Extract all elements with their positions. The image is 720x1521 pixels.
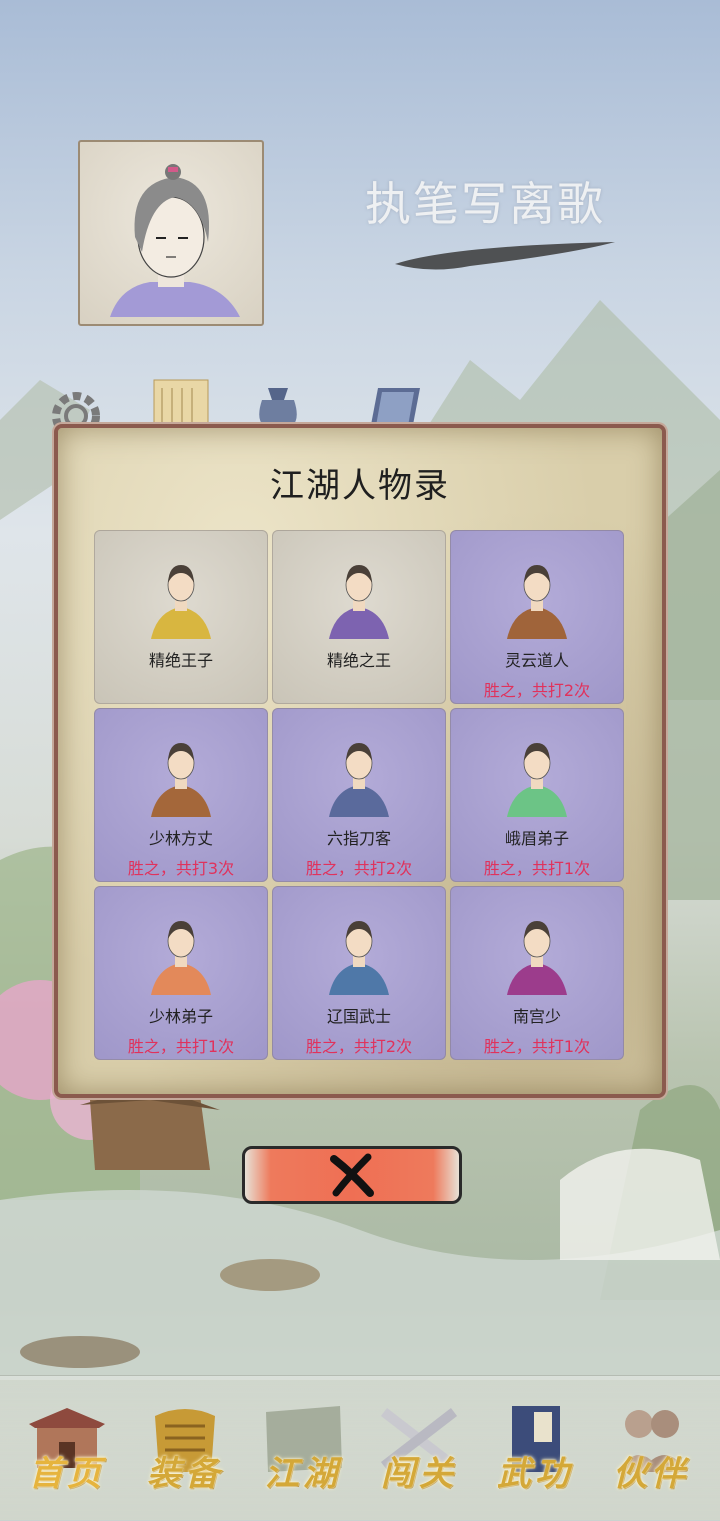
character-name: 少林方丈 [148,829,213,848]
character-name: 精绝之王 [326,651,391,670]
character-battle-status: 胜之，共打1次 [127,1037,235,1056]
close-button[interactable] [242,1146,462,1204]
nav-martial-arts[interactable]: 武功 [480,1396,590,1506]
character-name: 少林弟子 [148,1007,213,1026]
character-portrait [507,743,567,817]
character-card[interactable]: 南宫少胜之，共打1次 [450,886,624,1060]
character-card[interactable]: 六指刀客胜之，共打2次 [272,708,446,882]
character-name: 峨眉弟子 [504,829,569,848]
player-name: 执笔写离歌 [365,177,605,231]
nav-jianghu[interactable]: 江湖 [248,1396,358,1506]
nav-companions[interactable]: 伙伴 [596,1396,706,1506]
character-portrait [507,565,567,639]
character-card[interactable]: 峨眉弟子胜之，共打1次 [450,708,624,882]
nav-label: 闯关 [381,1454,457,1494]
brush-stroke-decoration [395,242,615,270]
nav-label: 伙伴 [613,1454,689,1494]
character-card[interactable]: 少林弟子胜之，共打1次 [94,886,268,1060]
character-name: 灵云道人 [504,651,569,670]
character-name: 南宫少 [512,1007,561,1026]
nav-equipment[interactable]: 装备 [130,1396,240,1506]
character-card[interactable]: 辽国武士胜之，共打2次 [272,886,446,1060]
close-icon [330,1153,374,1197]
character-portrait [151,743,211,817]
modal-title: 江湖人物录 [270,466,450,506]
character-card[interactable]: 精绝王子 [94,530,268,704]
character-portrait [151,921,211,995]
nav-home[interactable]: 首页 [12,1396,122,1506]
character-battle-status: 胜之，共打3次 [127,859,235,878]
hero-portrait [110,164,240,317]
character-battle-status: 胜之，共打1次 [483,859,591,878]
character-battle-status: 胜之，共打2次 [483,681,591,700]
pouch-icon[interactable] [248,380,308,430]
character-battle-status: 胜之，共打2次 [305,859,413,878]
character-card[interactable]: 少林方丈胜之，共打3次 [94,708,268,882]
character-portrait [507,921,567,995]
nav-label: 江湖 [265,1454,341,1494]
nav-challenge[interactable]: 闯关 [364,1396,474,1506]
character-name: 辽国武士 [326,1007,391,1026]
character-portrait [329,921,389,995]
character-battle-status: 胜之，共打1次 [483,1037,591,1056]
character-name: 精绝王子 [148,651,213,670]
nav-label: 武功 [497,1454,573,1494]
nav-label: 装备 [147,1454,223,1494]
character-name: 六指刀客 [326,829,391,848]
nav-label: 首页 [29,1454,105,1494]
player-avatar[interactable] [78,140,264,326]
character-record-modal: 江湖人物录 精绝王子 精绝之王 灵云道人 胜之，共打2次 少林方丈 胜之，共打3次 … [54,424,666,1098]
character-portrait [329,565,389,639]
character-grid: 精绝王子 精绝之王 灵云道人 胜之，共打2次 少林方丈 胜之，共打3次 六指刀客 胜之… [94,530,636,1064]
character-portrait [151,565,211,639]
character-portrait [329,743,389,817]
character-card[interactable]: 精绝之王 [272,530,446,704]
bottom-navigation: 首页 装备 江湖 闯关 武功 伙伴 [0,1375,720,1521]
character-card[interactable]: 灵云道人胜之，共打2次 [450,530,624,704]
character-battle-status: 胜之，共打2次 [305,1037,413,1056]
